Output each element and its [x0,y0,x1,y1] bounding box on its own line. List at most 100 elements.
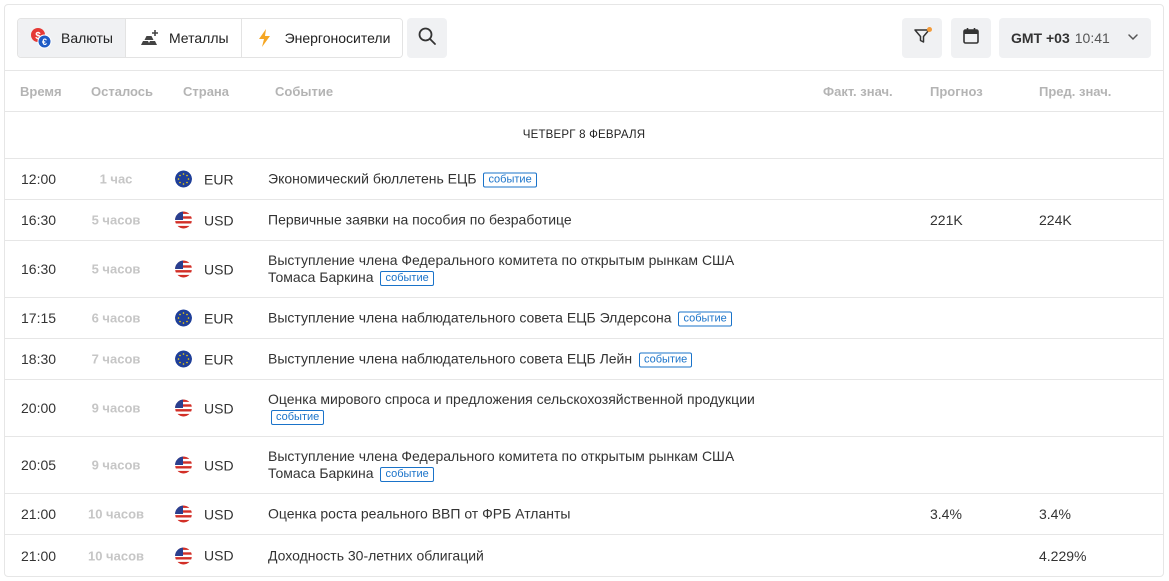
event-time-left: 5 часов [91,212,141,228]
event-country: USD [175,547,234,564]
event-country: EUR [175,309,234,327]
event-tag: событие [678,311,732,327]
usd-flag-icon [175,260,192,278]
country-code: EUR [204,351,234,367]
event-time-left: 5 часов [91,261,141,277]
event-time: 21:00 [21,506,57,522]
event-tag: событие [639,352,693,368]
event-time-left: 9 часов [91,457,141,473]
country-code: USD [204,212,234,228]
table-row[interactable]: 21:00 10 часов USD Доходность 30-летних … [5,535,1163,576]
event-time: 17:15 [21,310,57,326]
table-row[interactable]: 20:00 9 часов USD Оценка мирового спроса… [5,380,1163,437]
event-title-text: Выступление члена наблюдательного совета… [268,309,672,326]
tab-currencies-label: Валюты [61,30,113,46]
tab-metals-label: Металлы [168,30,229,46]
timezone-zone: GMT +03 [1011,30,1070,46]
eur-flag-icon [175,309,192,327]
usd-flag-icon [175,505,192,523]
metal-bars-icon [138,27,160,49]
col-forecast-header[interactable]: Прогноз [930,84,983,99]
event-title-text: Доходность 30-летних облигаций [268,547,484,563]
category-tabs: $ € Валюты Металлы Энергоносители [17,18,404,58]
search-button[interactable] [407,18,447,58]
tab-currencies[interactable]: $ € Валюты [18,19,126,57]
event-time-left: 10 часов [87,506,144,522]
event-title[interactable]: Выступление члена наблюдательного совета… [268,310,768,327]
event-tag: событие [271,410,325,425]
event-title[interactable]: Экономический бюллетень ЕЦБ событие [268,171,768,188]
usd-flag-icon [175,456,192,474]
event-forecast: 221K [930,212,963,228]
search-icon [417,26,437,51]
event-title-text: Выступление члена наблюдательного совета… [268,350,633,367]
event-title-text: Выступление члена Федерального комитета … [268,252,735,285]
country-code: USD [204,547,234,564]
event-country: USD [175,505,234,523]
col-time-header[interactable]: Время [20,84,62,99]
event-time: 20:05 [21,457,57,473]
day-header: ЧЕТВЕРГ 8 ФЕВРАЛЯ [5,112,1163,159]
currency-icon: $ € [30,27,52,49]
calendar-button[interactable] [951,18,991,58]
col-prev-header[interactable]: Пред. знач. [1039,84,1111,99]
events-list: 12:00 1 час EUR Экономический бюллетень … [5,159,1163,576]
country-code: EUR [204,171,234,187]
event-title-text: Оценка мирового спроса и предложения сел… [268,391,755,407]
event-country: USD [175,399,234,417]
event-time: 12:00 [21,171,57,187]
event-tag: событие [483,172,537,188]
event-country: USD [175,456,234,474]
event-prev: 3.4% [1039,506,1071,522]
event-time: 21:00 [21,547,57,564]
tab-energy[interactable]: Энергоносители [241,19,403,57]
usd-flag-icon [175,211,192,229]
lightning-icon [254,27,276,49]
event-time-left: 10 часов [87,548,144,563]
country-code: USD [204,261,234,277]
country-code: USD [204,506,234,522]
event-title[interactable]: Первичные заявки на пособия по безработи… [268,212,768,229]
tab-metals[interactable]: Металлы [125,19,242,57]
event-title[interactable]: Оценка мирового спроса и предложения сел… [268,391,768,425]
table-row[interactable]: 16:30 5 часов USD Первичные заявки на по… [5,200,1163,241]
filter-button[interactable] [902,18,942,58]
event-time-left: 7 часов [91,351,141,367]
table-row[interactable]: 16:30 5 часов USD Выступление члена Феде… [5,241,1163,298]
event-time: 16:30 [21,261,57,277]
event-title-text: Экономический бюллетень ЕЦБ [268,170,477,187]
eur-flag-icon [175,350,192,368]
country-code: USD [204,457,234,473]
event-title[interactable]: Выступление члена наблюдательного совета… [268,351,768,368]
table-row[interactable]: 17:15 6 часов EUR Выступление члена набл… [5,298,1163,339]
timezone-time: 10:41 [1074,30,1110,46]
calendar-icon [962,27,980,50]
svg-text:€: € [42,37,47,47]
col-country-header[interactable]: Страна [183,84,229,99]
table-row[interactable]: 18:30 7 часов EUR Выступление члена набл… [5,339,1163,380]
table-row[interactable]: 20:05 9 часов USD Выступление члена Феде… [5,437,1163,494]
event-country: USD [175,211,234,229]
timezone-select[interactable]: GMT +03 10:41 [999,18,1151,58]
event-title-text: Первичные заявки на пособия по безработи… [268,211,572,228]
table-row[interactable]: 21:00 10 часов USD Оценка роста реальног… [5,494,1163,535]
event-tag: событие [380,271,434,286]
event-title[interactable]: Выступление члена Федерального комитета … [268,252,768,286]
event-country: EUR [175,170,234,188]
event-time: 16:30 [21,212,57,228]
event-forecast: 3.4% [930,506,962,522]
col-fact-header[interactable]: Факт. знач. [823,84,893,99]
event-time-left: 1 час [99,171,133,187]
col-event-header[interactable]: Событие [275,84,333,99]
toolbar: $ € Валюты Металлы Энергоносители GMT +0… [5,5,1163,71]
table-header: Время Осталось Страна Событие Факт. знач… [5,71,1163,112]
event-title[interactable]: Доходность 30-летних облигаций [268,547,768,564]
col-left-header[interactable]: Осталось [91,84,153,99]
event-time: 18:30 [21,351,57,367]
event-country: USD [175,260,234,278]
chevron-down-icon [1127,30,1139,46]
event-time: 20:00 [21,400,57,416]
event-title[interactable]: Оценка роста реального ВВП от ФРБ Атлант… [268,506,768,523]
event-title[interactable]: Выступление члена Федерального комитета … [268,448,768,482]
table-row[interactable]: 12:00 1 час EUR Экономический бюллетень … [5,159,1163,200]
